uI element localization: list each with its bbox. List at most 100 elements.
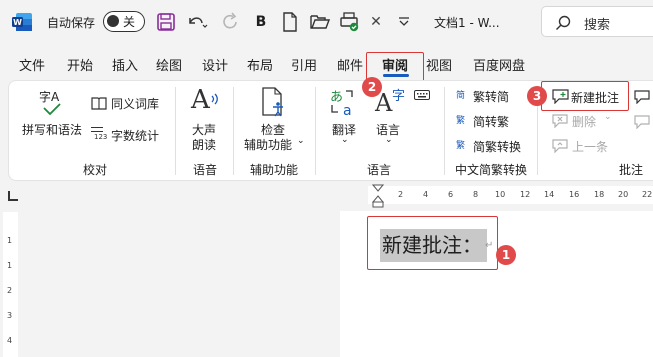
- svg-text:あ: あ: [330, 90, 343, 105]
- chinese-conversion-label: 简繁转换: [473, 140, 522, 154]
- ruler-number: 4: [7, 336, 13, 345]
- ruler-number: 8: [473, 190, 479, 199]
- chevron-down-icon: ⌄: [297, 136, 305, 146]
- bold-button[interactable]: B: [254, 12, 268, 32]
- tab-home[interactable]: 开始: [67, 55, 93, 74]
- delete-comment-label: 删除: [572, 115, 597, 129]
- print-preview-icon[interactable]: [339, 12, 361, 32]
- autosave-toggle-state: 关: [123, 15, 136, 29]
- word-count-icon: 123: [91, 127, 108, 143]
- indent-marker-icon[interactable]: [372, 184, 384, 208]
- tab-selector-icon[interactable]: [8, 191, 18, 201]
- spelling-grammar-button[interactable]: 字A 拼写和语法: [22, 88, 82, 144]
- autosave-toggle[interactable]: 关: [103, 11, 145, 32]
- ruler-number: 2: [398, 190, 404, 199]
- show-comments-icon[interactable]: [634, 90, 650, 104]
- word-logo-icon: W: [12, 13, 32, 31]
- tab-references[interactable]: 引用: [291, 55, 317, 74]
- chinese-conversion-button[interactable]: 繁 简繁转换: [456, 138, 528, 156]
- tab-layout[interactable]: 布局: [247, 55, 273, 74]
- svg-text:字: 字: [392, 89, 405, 104]
- speech-group-label: 语音: [193, 163, 218, 177]
- delete-comment-button[interactable]: 删除 ⌄: [551, 112, 612, 131]
- ruler-number: 4: [423, 190, 429, 199]
- tab-insert[interactable]: 插入: [112, 55, 138, 74]
- tab-baidu-netdisk[interactable]: 百度网盘: [473, 55, 525, 74]
- chinese-conversion-group-label: 中文简繁转换: [455, 163, 528, 177]
- pilcrow-icon: ↵: [485, 240, 494, 251]
- read-aloud-label-2: 朗读: [192, 138, 217, 152]
- tab-draw[interactable]: 绘图: [156, 55, 182, 74]
- traditional-to-simplified-label: 繁转简: [473, 90, 510, 104]
- chevron-down-icon: ⌄: [385, 135, 393, 145]
- read-aloud-button[interactable]: A 大声 朗读: [186, 85, 222, 152]
- delete-comment-icon: [552, 114, 568, 128]
- chevron-down-icon: ⌄: [341, 135, 349, 145]
- spelling-grammar-label: 拼写和语法: [22, 123, 83, 137]
- comments-group-label: 批注: [619, 163, 644, 177]
- tab-design[interactable]: 设计: [202, 55, 228, 74]
- redo-icon[interactable]: [221, 12, 241, 32]
- ruler-number: 3: [7, 311, 13, 320]
- open-folder-icon[interactable]: [310, 13, 330, 30]
- close-icon[interactable]: ✕: [369, 12, 383, 32]
- tab-mailings[interactable]: 邮件: [337, 55, 363, 74]
- previous-comment-button[interactable]: 上一条: [551, 138, 611, 156]
- simp-trad-icon: 繁: [456, 116, 466, 126]
- translate-button[interactable]: あ a 翻译 ⌄: [326, 87, 362, 151]
- step-1-callout: 1: [496, 245, 516, 265]
- customize-toolbar-icon[interactable]: [398, 16, 410, 28]
- accessibility-check-icon: [262, 87, 283, 117]
- svg-text:W: W: [13, 18, 22, 27]
- search-icon: [556, 15, 571, 30]
- accessibility-group-label: 辅助功能: [250, 163, 299, 177]
- ruler-number: 6: [448, 190, 454, 199]
- thesaurus-icon: [91, 97, 107, 110]
- thesaurus-button[interactable]: 同义词库: [91, 94, 163, 112]
- tab-file[interactable]: 文件: [19, 55, 45, 74]
- traditional-to-simplified-button[interactable]: 简 繁转简: [456, 88, 526, 106]
- ruler-number: 22: [642, 190, 653, 199]
- search-box[interactable]: 搜索: [541, 6, 653, 37]
- ribbon-separator: [315, 87, 316, 175]
- document-title: 文档1 - W...: [434, 16, 500, 30]
- new-comment-highlight: [541, 81, 629, 111]
- keyboard-icon[interactable]: [414, 90, 430, 100]
- proofing-group-label: 校对: [83, 163, 108, 177]
- chevron-down-icon: ⌄: [604, 112, 612, 122]
- previous-comment-icon: [552, 139, 568, 153]
- word-count-label: 字数统计: [111, 129, 160, 143]
- ruler-number: 12: [520, 190, 531, 199]
- word-count-icon-text: 123: [94, 133, 108, 141]
- svg-text:a: a: [343, 103, 352, 117]
- ruler-number: 1: [7, 261, 13, 270]
- autosave-label: 自动保存: [47, 16, 96, 30]
- language-button[interactable]: A 字 语言 ⌄: [372, 87, 408, 151]
- horizontal-ruler[interactable]: [368, 186, 653, 204]
- comment-field-highlight: [367, 216, 498, 270]
- simplified-to-traditional-button[interactable]: 繁 简转繁: [456, 113, 526, 131]
- tab-view[interactable]: 视图: [426, 55, 452, 74]
- ruler-number: 1: [7, 236, 13, 245]
- previous-comment-label: 上一条: [572, 140, 609, 154]
- ruler-number: 20: [618, 190, 629, 199]
- language-group-label: 语言: [367, 163, 392, 177]
- save-icon[interactable]: [157, 13, 175, 31]
- ruler-number: 16: [569, 190, 580, 199]
- read-aloud-icon: A: [191, 85, 210, 115]
- new-document-icon[interactable]: [282, 12, 298, 32]
- check-accessibility-button[interactable]: 检查 辅助功能 ⌄: [244, 87, 306, 152]
- ruler-number: 18: [594, 190, 605, 199]
- translate-icon: あ a: [330, 90, 353, 117]
- ribbon-separator: [175, 87, 176, 175]
- comment-option-icon[interactable]: [634, 115, 650, 129]
- spelling-check-icon: [43, 103, 61, 115]
- word-count-button[interactable]: 123 字数统计: [91, 125, 163, 145]
- undo-icon[interactable]: [186, 13, 208, 31]
- step-2-callout: 2: [362, 77, 382, 97]
- thesaurus-label: 同义词库: [111, 97, 160, 111]
- check-accessibility-label-2: 辅助功能: [244, 138, 293, 152]
- conversion-icon: 繁: [456, 141, 466, 151]
- ruler-number: 2: [7, 286, 13, 295]
- ruler-number: 10: [495, 190, 506, 199]
